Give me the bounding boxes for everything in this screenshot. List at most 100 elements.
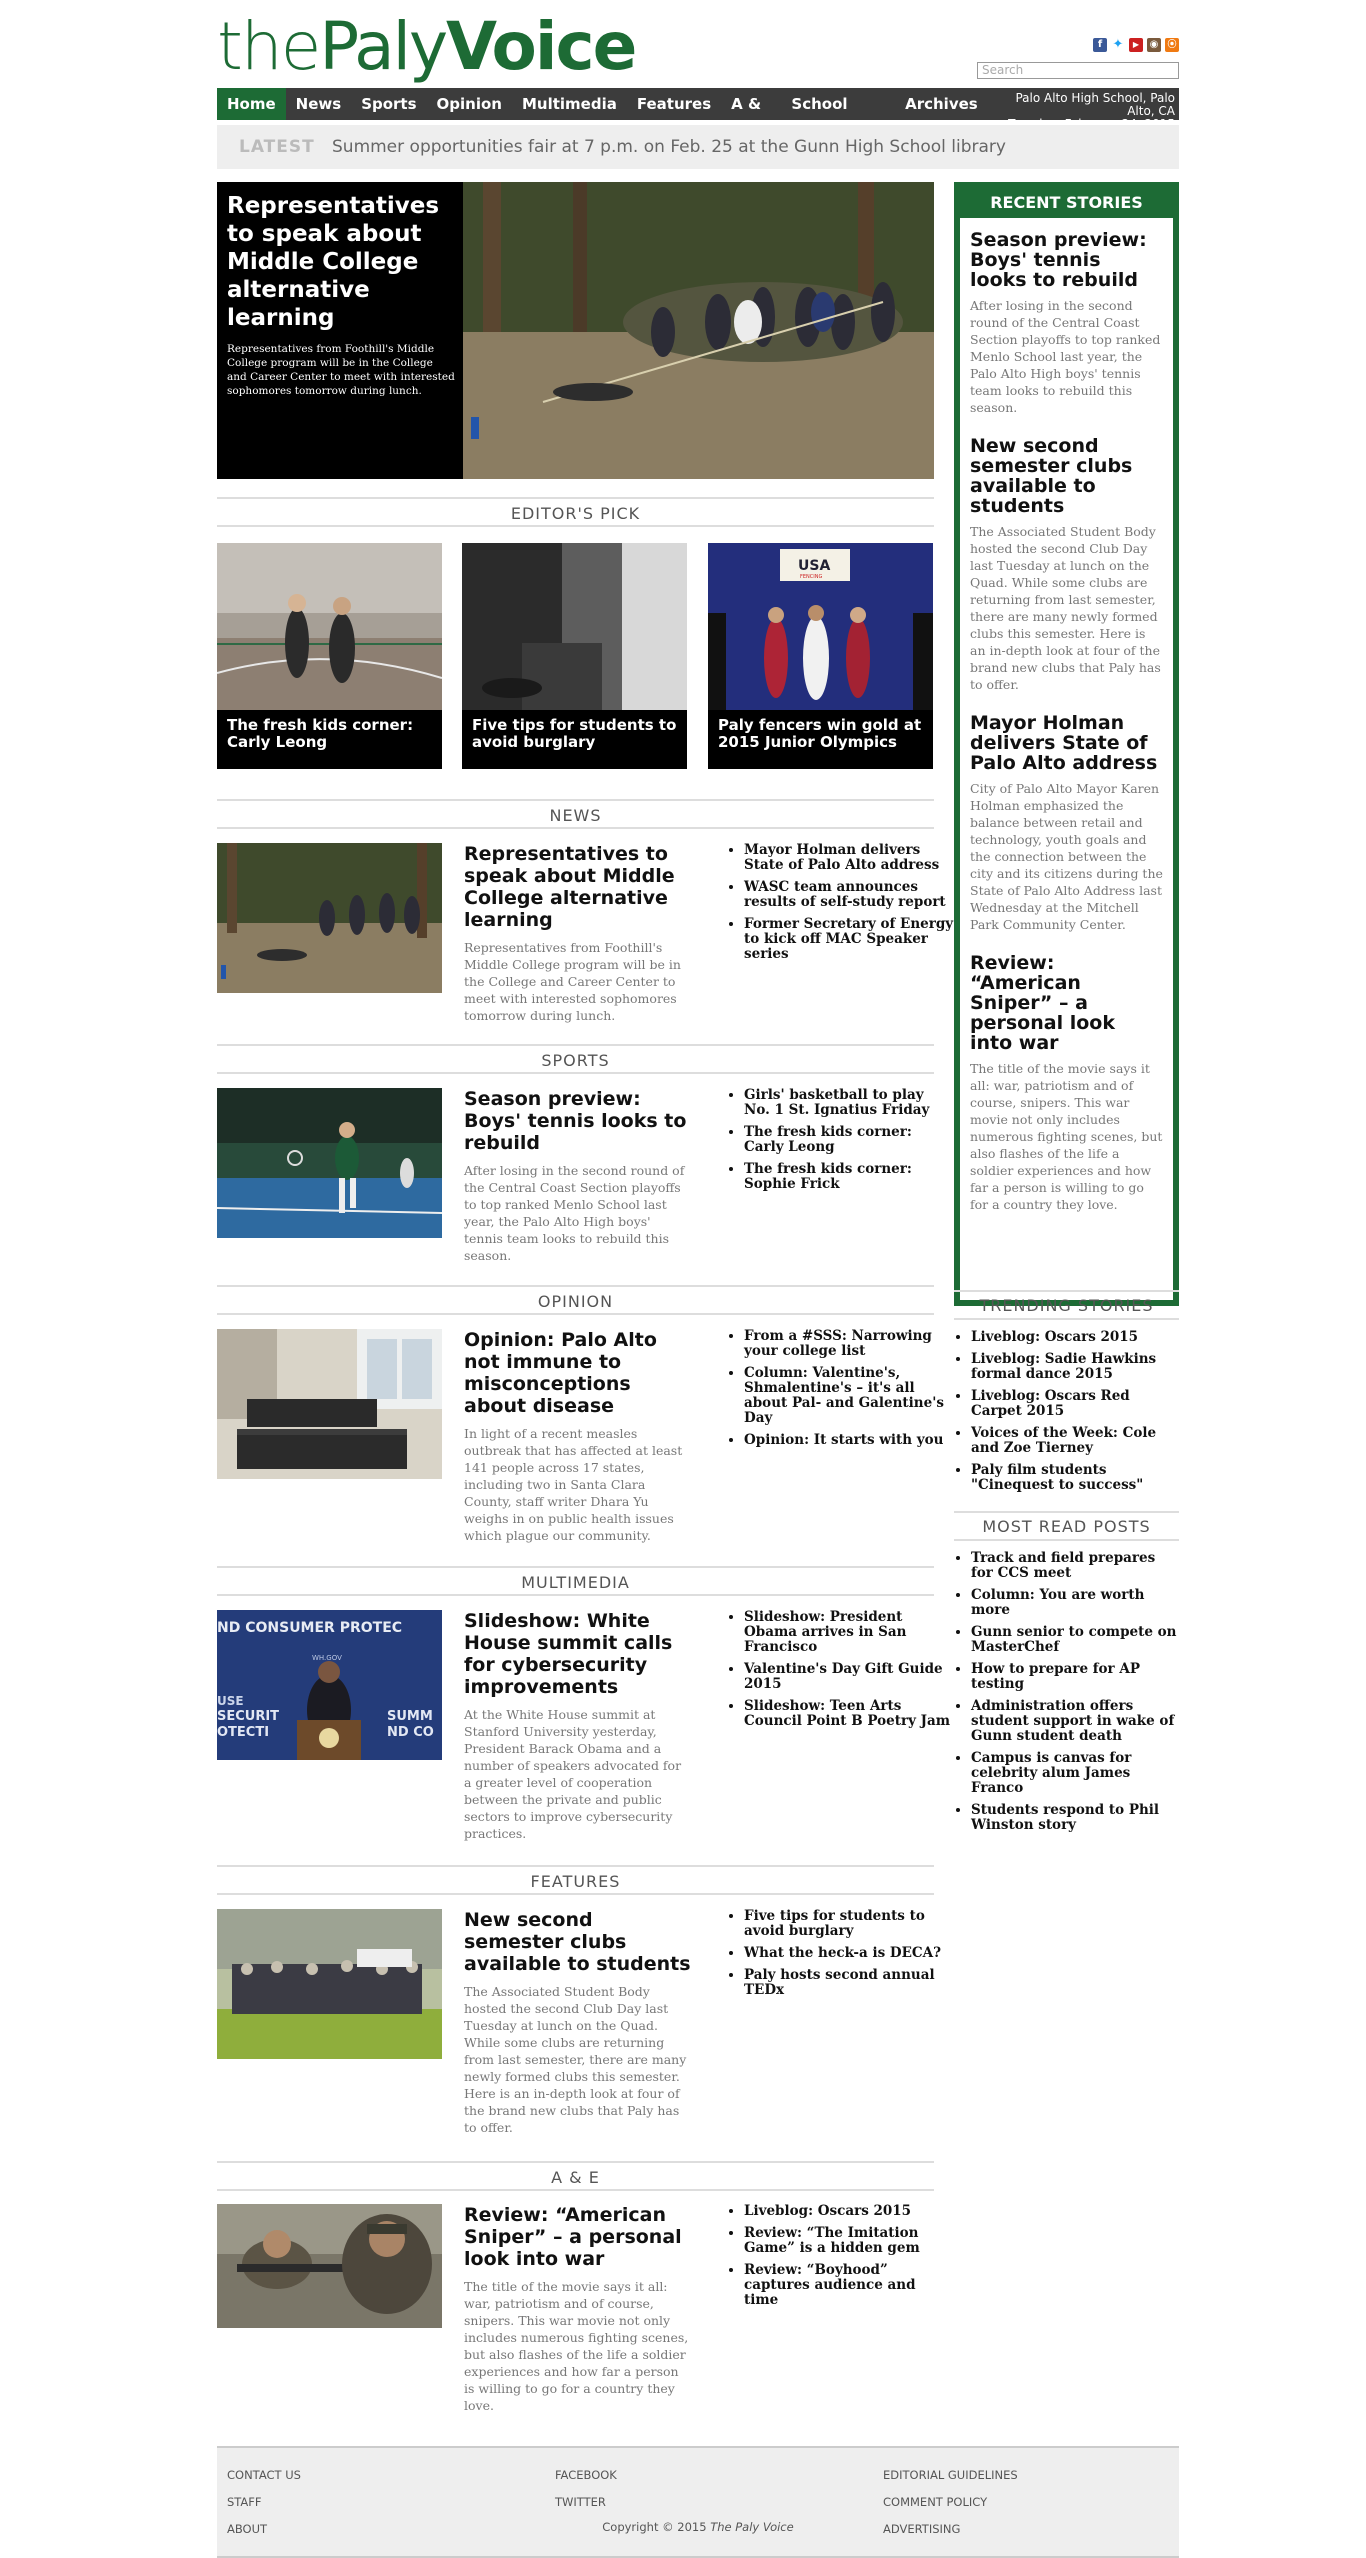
hero-feature[interactable]: Representatives to speak about Middle Co… <box>217 182 934 479</box>
location-date: Palo Alto High School, Palo Alto, CA Tue… <box>988 88 1179 131</box>
search-input[interactable]: Search <box>977 62 1179 79</box>
list-item[interactable]: Paly hosts second annual TEDx <box>744 1968 954 1998</box>
slide-text-left2: SECURIT <box>217 1709 279 1724</box>
opinion-story-title[interactable]: Opinion: Palo Alto not immune to misconc… <box>464 1329 692 1417</box>
footer-link-staff[interactable]: STAFF <box>227 2495 301 2509</box>
editors-pick-image <box>462 543 687 710</box>
list-item[interactable]: Gunn senior to compete on MasterChef <box>971 1625 1179 1655</box>
features-story-summary: The Associated Student Body hosted the s… <box>464 1984 687 2135</box>
list-item[interactable]: Campus is canvas for celebrity alum Jame… <box>971 1751 1179 1796</box>
recent-story-summary: After losing in the second round of the … <box>970 298 1161 415</box>
recent-story-title[interactable]: New second semester clubs available to s… <box>970 436 1163 516</box>
list-item[interactable]: Liveblog: Oscars Red Carpet 2015 <box>971 1389 1179 1419</box>
list-item[interactable]: Voices of the Week: Cole and Zoe Tierney <box>971 1426 1179 1456</box>
recent-story-title[interactable]: Mayor Holman delivers State of Palo Alto… <box>970 713 1163 773</box>
list-item[interactable]: Review: “The Imitation Game” is a hidden… <box>744 2226 954 2256</box>
sports-story-title[interactable]: Season preview: Boys' tennis looks to re… <box>464 1088 692 1154</box>
list-item[interactable]: Slideshow: President Obama arrives in Sa… <box>744 1610 954 1655</box>
opinion-thumbnail[interactable] <box>217 1329 442 1479</box>
multimedia-story-title[interactable]: Slideshow: White House summit calls for … <box>464 1610 692 1698</box>
section-heading-ae: A & E <box>217 2161 934 2191</box>
editors-pick-caption[interactable]: The fresh kids corner: Carly Leong <box>227 717 434 751</box>
list-item[interactable]: The fresh kids corner: Carly Leong <box>744 1125 954 1155</box>
footer-link-twitter[interactable]: TWITTER <box>555 2495 617 2509</box>
site-logo[interactable]: thePalyVoice <box>217 14 637 80</box>
list-item[interactable]: Column: You are worth more <box>971 1588 1179 1618</box>
nav-item-multimedia[interactable]: Multimedia <box>512 88 627 120</box>
list-item[interactable]: Liveblog: Oscars 2015 <box>971 1330 1179 1345</box>
twitter-icon[interactable]: ✦ <box>1111 38 1125 52</box>
list-item[interactable]: How to prepare for AP testing <box>971 1662 1179 1692</box>
location-text: Palo Alto High School, Palo Alto, CA <box>1015 91 1176 118</box>
editors-pick-caption[interactable]: Five tips for students to avoid burglary <box>472 717 679 751</box>
usa-fencing-sign: USA <box>798 558 830 574</box>
list-item[interactable]: Column: Valentine's, Shmalentine's – it'… <box>744 1366 954 1426</box>
list-item[interactable]: Students respond to Phil Winston story <box>971 1803 1179 1833</box>
editors-pick-caption[interactable]: Paly fencers win gold at 2015 Junior Oly… <box>718 717 925 751</box>
list-item[interactable]: The fresh kids corner: Sophie Frick <box>744 1162 954 1192</box>
sports-links: Girls' basketball to play No. 1 St. Igna… <box>727 1088 954 1199</box>
multimedia-thumbnail[interactable]: ND CONSUMER PROTEC WH.GOV USE SECURIT OT… <box>217 1610 442 1760</box>
list-item[interactable]: What the heck-a is DECA? <box>744 1946 954 1961</box>
multimedia-story-summary: At the White House summit at Stanford Un… <box>464 1707 682 1841</box>
list-item[interactable]: Administration offers student support in… <box>971 1699 1179 1744</box>
news-story-title[interactable]: Representatives to speak about Middle Co… <box>464 843 692 931</box>
news-links: Mayor Holman delivers State of Palo Alto… <box>727 843 954 969</box>
list-item[interactable]: Liveblog: Sadie Hawkins formal dance 201… <box>971 1352 1179 1382</box>
editors-pick-item[interactable]: Five tips for students to avoid burglary <box>462 543 687 769</box>
hero-summary: Representatives from Foothill's Middle C… <box>227 343 455 397</box>
nav-item-opinion[interactable]: Opinion <box>427 88 512 120</box>
nav-item-features[interactable]: Features <box>627 88 721 120</box>
list-item[interactable]: Liveblog: Oscars 2015 <box>744 2204 954 2219</box>
recent-story-title[interactable]: Review: “American Sniper” – a personal l… <box>970 953 1163 1053</box>
hero-title[interactable]: Representatives to speak about Middle Co… <box>227 192 455 332</box>
latest-headline[interactable]: Summer opportunities fair at 7 p.m. on F… <box>332 137 1006 157</box>
ae-story-summary: The title of the movie says it all: war,… <box>464 2279 689 2413</box>
list-item[interactable]: From a #SSS: Narrowing your college list <box>744 1329 954 1359</box>
nav-item-archives[interactable]: Archives <box>895 88 988 120</box>
latest-label: LATEST <box>239 137 315 157</box>
sports-thumbnail[interactable] <box>217 1088 442 1238</box>
youtube-icon[interactable]: ▶ <box>1129 38 1143 52</box>
list-item[interactable]: Opinion: It starts with you <box>744 1433 954 1448</box>
nav-item-school-links[interactable]: School Links <box>781 88 895 145</box>
list-item[interactable]: Mayor Holman delivers State of Palo Alto… <box>744 843 954 873</box>
slide-text-left3: OTECTI <box>217 1725 269 1740</box>
instagram-icon[interactable]: ◉ <box>1147 38 1161 52</box>
footer-link-facebook[interactable]: FACEBOOK <box>555 2468 617 2482</box>
recent-story-title[interactable]: Season preview: Boys' tennis looks to re… <box>970 230 1163 290</box>
facebook-icon[interactable]: f <box>1093 38 1107 52</box>
nav-item-news[interactable]: News <box>286 88 352 120</box>
news-thumbnail[interactable] <box>217 843 442 993</box>
features-links: Five tips for students to avoid burglary… <box>727 1909 954 2005</box>
list-item[interactable]: Paly film students "Cinequest to success… <box>971 1463 1179 1493</box>
editors-pick-item[interactable]: The fresh kids corner: Carly Leong <box>217 543 442 769</box>
nav-item-sports[interactable]: Sports <box>351 88 426 120</box>
list-item[interactable]: Former Secretary of Energy to kick off M… <box>744 917 954 962</box>
hero-image[interactable] <box>463 182 934 479</box>
footer-link-contact[interactable]: CONTACT US <box>227 2468 301 2482</box>
footer-link-comment-policy[interactable]: COMMENT POLICY <box>883 2495 1018 2509</box>
list-item[interactable]: Girls' basketball to play No. 1 St. Igna… <box>744 1088 954 1118</box>
list-item[interactable]: Slideshow: Teen Arts Council Point B Poe… <box>744 1699 954 1729</box>
list-item[interactable]: Track and field prepares for CCS meet <box>971 1551 1179 1581</box>
features-story-title[interactable]: New second semester clubs available to s… <box>464 1909 692 1975</box>
nav-item-home[interactable]: Home <box>217 88 286 120</box>
rss-icon[interactable]: ⦿ <box>1165 38 1179 52</box>
ae-story-title[interactable]: Review: “American Sniper” – a personal l… <box>464 2204 692 2270</box>
ae-thumbnail[interactable] <box>217 2204 442 2328</box>
list-item[interactable]: WASC team announces results of self-stud… <box>744 880 954 910</box>
features-thumbnail[interactable] <box>217 1909 442 2059</box>
footer-link-editorial-guidelines[interactable]: EDITORIAL GUIDELINES <box>883 2468 1018 2482</box>
recent-story: Mayor Holman delivers State of Palo Alto… <box>960 713 1173 933</box>
list-item[interactable]: Review: “Boyhood” captures audience and … <box>744 2263 954 2308</box>
trending-stories: TRENDING STORIES Liveblog: Oscars 2015 L… <box>954 1290 1179 1500</box>
ae-story: Review: “American Sniper” – a personal l… <box>464 2204 692 2414</box>
most-read-posts: MOST READ POSTS Track and field prepares… <box>954 1511 1179 1840</box>
nav-item-ae[interactable]: A & E <box>721 88 781 145</box>
editors-pick-item[interactable]: USA FENCING Paly fencers win gold at 201… <box>708 543 933 769</box>
list-item[interactable]: Valentine's Day Gift Guide 2015 <box>744 1662 954 1692</box>
logo-part-voice: Voice <box>446 8 637 85</box>
list-item[interactable]: Five tips for students to avoid burglary <box>744 1909 954 1939</box>
recent-story-summary: The Associated Student Body hosted the s… <box>970 524 1161 692</box>
